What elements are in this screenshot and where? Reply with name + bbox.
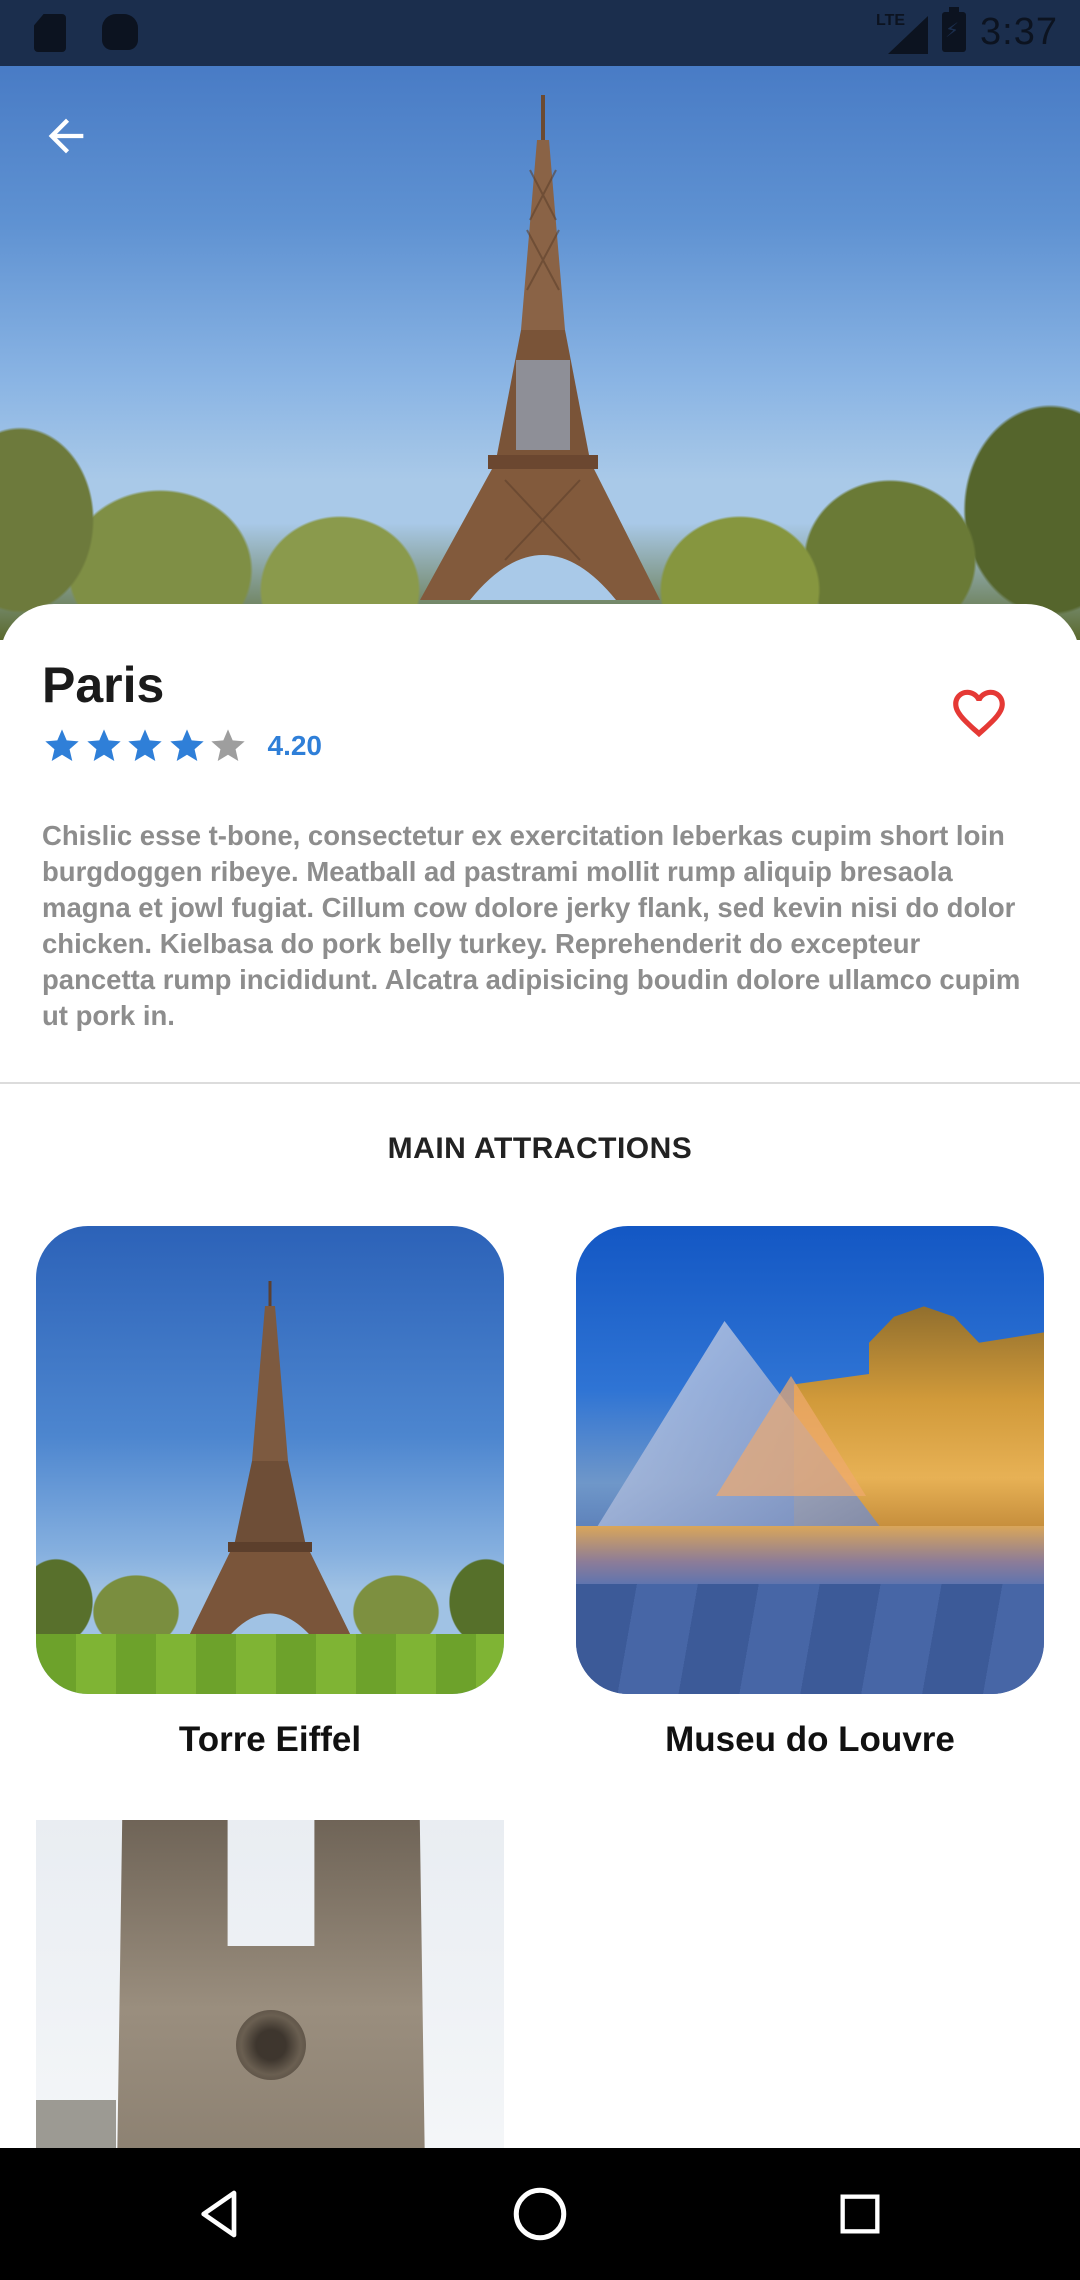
city-name: Paris bbox=[42, 657, 165, 713]
system-icons: LTE 3:37 bbox=[876, 7, 1058, 54]
notification-icons bbox=[34, 14, 138, 52]
eiffel-tower-image bbox=[420, 95, 660, 600]
attraction-card-notre-dame[interactable] bbox=[36, 1820, 504, 2150]
lte-signal-icon: LTE bbox=[876, 10, 929, 54]
star-filled-icon bbox=[128, 729, 162, 761]
attraction-card-museu-do-louvre[interactable]: Museu do Louvre bbox=[576, 1226, 1044, 1760]
rating: 4.20 bbox=[42, 726, 322, 766]
home-nav-button[interactable] bbox=[502, 2176, 578, 2252]
star-filled-icon bbox=[45, 729, 79, 761]
android-debug-icon bbox=[102, 14, 138, 50]
navigation-bar bbox=[0, 2148, 1080, 2280]
detail-card: Paris 4.20 Chislic esse t-bone, consecte… bbox=[0, 604, 1080, 2150]
square-recents-icon bbox=[840, 2194, 880, 2234]
star-empty-icon bbox=[211, 729, 245, 761]
favorite-button[interactable] bbox=[948, 682, 1010, 744]
triangle-back-icon bbox=[201, 2190, 237, 2238]
back-button[interactable] bbox=[30, 100, 102, 172]
attraction-image bbox=[36, 1226, 504, 1694]
attraction-image bbox=[36, 1820, 504, 2150]
attraction-image bbox=[576, 1226, 1044, 1694]
arrow-left-icon bbox=[48, 118, 84, 154]
star-filled-icon bbox=[169, 729, 204, 761]
clock: 3:37 bbox=[980, 10, 1058, 53]
hero-image bbox=[0, 0, 1080, 640]
recents-nav-button[interactable] bbox=[822, 2176, 898, 2252]
back-nav-button[interactable] bbox=[182, 2176, 258, 2252]
battery-charging-icon bbox=[942, 7, 967, 52]
attraction-name: Torre Eiffel bbox=[178, 1720, 362, 1759]
divider bbox=[0, 1082, 1080, 1084]
destination-description: Chislic esse t-bone, consectetur ex exer… bbox=[42, 820, 1021, 1031]
attraction-card-torre-eiffel[interactable]: Torre Eiffel bbox=[36, 1226, 504, 1760]
rating-value: 4.20 bbox=[267, 730, 323, 761]
attraction-name: Museu do Louvre bbox=[665, 1720, 955, 1759]
circle-home-icon bbox=[513, 2187, 567, 2241]
sd-card-icon bbox=[34, 14, 66, 52]
star-filled-icon bbox=[86, 729, 121, 761]
status-bar: LTE 3:37 bbox=[0, 0, 1080, 66]
section-title: MAIN ATTRACTIONS bbox=[387, 1132, 693, 1165]
heart-outline-icon bbox=[953, 689, 1005, 738]
